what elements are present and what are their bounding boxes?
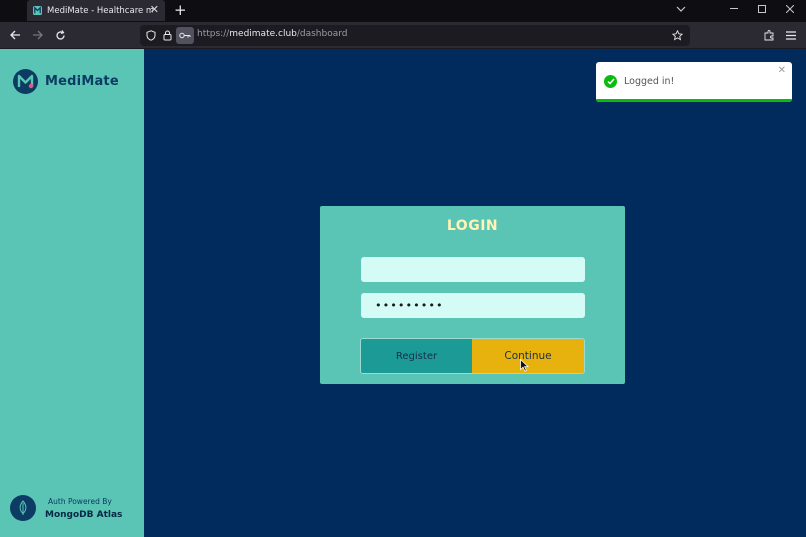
lock-icon[interactable] [160, 28, 175, 43]
maximize-icon[interactable] [758, 5, 766, 13]
key-icon[interactable] [176, 27, 194, 44]
browser-tab-bar: MediMate - Healthcare made si ✕ + [0, 0, 806, 22]
tab-close-icon[interactable]: ✕ [150, 4, 159, 16]
mouse-cursor-icon [520, 359, 529, 372]
auth-provider-name: MongoDB Atlas [45, 510, 123, 520]
browser-tab[interactable]: MediMate - Healthcare made si ✕ [27, 0, 165, 21]
mongodb-leaf-icon [10, 495, 36, 521]
new-tab-button[interactable]: + [174, 2, 187, 19]
reload-icon [55, 29, 65, 40]
address-bar[interactable]: https://medimate.club/dashboard [140, 25, 690, 46]
toast-message: Logged in! [624, 76, 675, 87]
tab-title: MediMate - Healthcare made si [47, 5, 153, 16]
toast-progress-bar [596, 99, 792, 102]
url-text[interactable]: https://medimate.club/dashboard [197, 29, 348, 39]
login-button-group: Register Continue [360, 338, 585, 374]
password-input[interactable] [361, 293, 585, 318]
medimate-favicon-icon [33, 6, 42, 15]
sidebar: MediMate Auth Powered By MongoDB Atlas [0, 49, 144, 537]
username-input[interactable] [361, 257, 585, 282]
minimize-icon[interactable] [730, 8, 738, 10]
puzzle-icon [764, 29, 773, 40]
browser-nav-bar: https://medimate.club/dashboard [0, 22, 806, 49]
reload-button[interactable] [52, 27, 68, 43]
auth-powered-by-label: Auth Powered By [48, 497, 112, 506]
brand-name[interactable]: MediMate [45, 74, 119, 89]
shield-icon[interactable] [143, 28, 158, 43]
hamburger-menu-icon [786, 30, 796, 40]
forward-arrow-icon [32, 30, 43, 40]
toast-close-icon[interactable]: ✕ [778, 65, 786, 76]
tab-list-chevron-icon[interactable] [676, 5, 686, 13]
login-title: LOGIN [446, 218, 499, 234]
menu-button[interactable] [783, 27, 799, 43]
back-arrow-icon [9, 30, 20, 40]
success-check-icon [604, 75, 617, 88]
back-button[interactable] [7, 27, 23, 43]
login-card: LOGIN Register Continue [320, 206, 625, 384]
bookmark-star-icon[interactable] [670, 28, 685, 43]
register-button[interactable]: Register [361, 339, 472, 373]
success-toast[interactable]: Logged in! ✕ [596, 62, 792, 102]
window-close-icon[interactable] [786, 5, 794, 13]
forward-button[interactable] [29, 27, 45, 43]
extensions-button[interactable] [761, 27, 777, 43]
medimate-logo-icon[interactable] [13, 69, 38, 94]
